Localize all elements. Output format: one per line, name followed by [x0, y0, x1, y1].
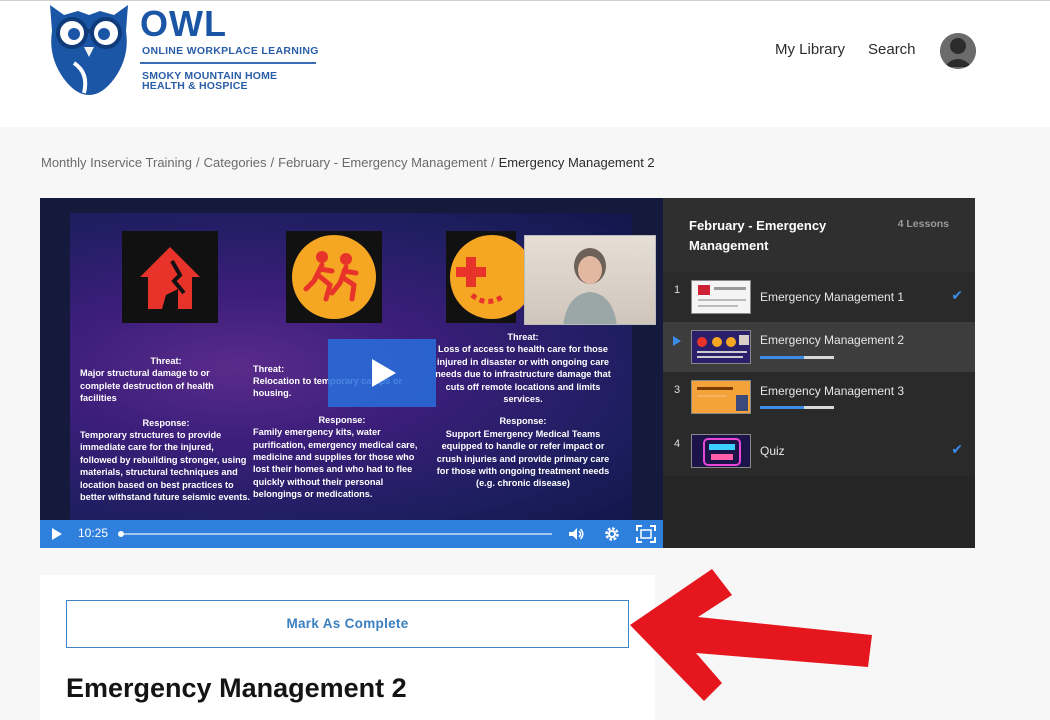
- logo-title: OWL: [140, 3, 227, 44]
- lesson-progress-bar: [760, 406, 834, 409]
- slide-response-text: Family emergency kits, water purificatio…: [253, 427, 418, 500]
- lesson-content-card: Mark As Complete Emergency Management 2: [40, 575, 655, 720]
- user-avatar-icon[interactable]: [940, 33, 976, 69]
- thumb-line: [697, 356, 743, 358]
- slide-response-head: Response:: [142, 417, 190, 428]
- lesson-thumbnail-quiz: [691, 434, 751, 468]
- slide-threat-text: Loss of access to health care for those …: [435, 344, 611, 405]
- nav-my-library[interactable]: My Library: [775, 41, 845, 58]
- lesson-panel-empty-area: [663, 476, 975, 548]
- thumb-line: [697, 387, 733, 390]
- play-icon[interactable]: [52, 528, 62, 540]
- lesson-title: Emergency Management 2: [760, 333, 905, 347]
- video-controls: 10:25: [40, 520, 663, 548]
- fullscreen-icon[interactable]: [636, 525, 656, 543]
- breadcrumb-separator: /: [490, 155, 495, 170]
- thumb-mark: [736, 395, 748, 411]
- breadcrumb: Monthly Inservice Training / Categories / Fe…: [41, 155, 655, 170]
- breadcrumb-february[interactable]: February - Emergency Management: [278, 155, 487, 170]
- medical-cross-icon: [446, 231, 534, 323]
- volume-icon[interactable]: [567, 525, 585, 543]
- people-fleeing-icon: [286, 231, 382, 323]
- icon-badge: [292, 235, 376, 319]
- slide-response-head: Response:: [499, 416, 547, 427]
- lesson-number: 4: [674, 438, 681, 450]
- building-damage-icon: [122, 231, 218, 323]
- site-header: OWL ONLINE WORKPLACE LEARNING SMOKY MOUN…: [0, 0, 1050, 127]
- gear-icon[interactable]: [603, 525, 621, 543]
- red-arrow-annotation-icon: [630, 569, 872, 701]
- presenter-video-inset: [524, 235, 656, 325]
- lesson-title: Emergency Management 1: [760, 290, 905, 304]
- play-icon: [372, 359, 396, 387]
- lesson-progress-fill: [760, 406, 805, 409]
- avatar-silhouette-icon: [940, 33, 976, 69]
- lesson-list-panel: February - Emergency Management 4 Lesson…: [663, 198, 975, 548]
- thumb-line: [698, 299, 746, 301]
- owl-logo[interactable]: OWL ONLINE WORKPLACE LEARNING SMOKY MOUN…: [44, 1, 334, 101]
- thumb-line: [697, 395, 727, 397]
- thumb-mark: [739, 335, 749, 345]
- lesson-count: 4 Lessons: [897, 218, 949, 230]
- lesson-number: 1: [674, 284, 681, 296]
- slide-response-text: Support Emergency Medical Teams equipped…: [436, 428, 610, 489]
- checkmark-icon: ✔: [951, 287, 963, 303]
- presenter-figure: [563, 248, 617, 324]
- slide-response-head: Response:: [318, 414, 366, 425]
- logo-divider: [140, 62, 316, 64]
- thumb-mark: [697, 337, 707, 347]
- nav-search[interactable]: Search: [868, 41, 916, 58]
- lesson-thumbnail: [691, 280, 751, 314]
- slide-column-3: Threat: Loss of access to health care fo…: [432, 331, 614, 490]
- video-time: 10:25: [78, 526, 109, 540]
- lesson-item-1[interactable]: 1 Emergency Management 1 ✔: [663, 272, 975, 322]
- breadcrumb-current: Emergency Management 2: [498, 155, 655, 170]
- thumb-mark: [712, 337, 722, 347]
- video-progress-bar[interactable]: [118, 531, 552, 537]
- video-progress-handle[interactable]: [118, 531, 124, 537]
- lesson-panel-title: February - Emergency Management: [689, 218, 827, 253]
- lesson-item-3[interactable]: 3 Emergency Management 3: [663, 372, 975, 422]
- thumb-line: [697, 351, 747, 353]
- lesson-panel-header: February - Emergency Management 4 Lesson…: [663, 198, 975, 272]
- quiz-time-thumb-icon: [703, 438, 741, 466]
- video-slide: Threat: Major structural damage to or co…: [70, 213, 656, 523]
- lesson-number: 3: [674, 384, 681, 396]
- slide-threat-head: Threat:: [253, 364, 285, 374]
- slide-column-1: Threat: Major structural damage to or co…: [80, 355, 252, 503]
- slide-threat-text: Major structural damage to or complete d…: [80, 368, 214, 404]
- video-player[interactable]: Threat: Major structural damage to or co…: [40, 198, 663, 548]
- thumb-line: [698, 305, 738, 307]
- breadcrumb-separator: /: [270, 155, 275, 170]
- lesson-progress-bar: [760, 356, 834, 359]
- thumb-line: [714, 287, 746, 290]
- lesson-thumbnail: [691, 330, 751, 364]
- lesson-heading: Emergency Management 2: [66, 673, 407, 703]
- lesson-progress-fill: [760, 356, 805, 359]
- slide-response-text: Temporary structures to provide immediat…: [80, 430, 251, 503]
- breadcrumb-separator: /: [196, 155, 200, 170]
- lesson-thumbnail: [691, 380, 751, 414]
- video-play-overlay-button[interactable]: [328, 339, 436, 407]
- mark-as-complete-button[interactable]: Mark As Complete: [66, 600, 629, 648]
- logo-subtitle: ONLINE WORKPLACE LEARNING: [142, 45, 319, 57]
- lesson-item-2[interactable]: Emergency Management 2: [663, 322, 975, 372]
- thumb-mark: [698, 285, 710, 295]
- slide-threat-head: Threat:: [150, 356, 182, 366]
- lesson-item-4[interactable]: 4 Quiz ✔: [663, 426, 975, 476]
- icon-badge: [450, 235, 534, 319]
- lesson-title: Quiz: [760, 444, 785, 458]
- slide-threat-head: Threat:: [507, 332, 539, 342]
- breadcrumb-monthly-inservice[interactable]: Monthly Inservice Training: [41, 155, 192, 170]
- thumb-mark: [726, 337, 736, 347]
- breadcrumb-categories[interactable]: Categories: [204, 155, 267, 170]
- current-lesson-marker-icon: [673, 336, 681, 346]
- lesson-title: Emergency Management 3: [760, 384, 905, 398]
- checkmark-icon: ✔: [951, 441, 963, 457]
- logo-organization: SMOKY MOUNTAIN HOME HEALTH & HOSPICE: [142, 70, 278, 92]
- owl-logo-icon: [50, 5, 128, 95]
